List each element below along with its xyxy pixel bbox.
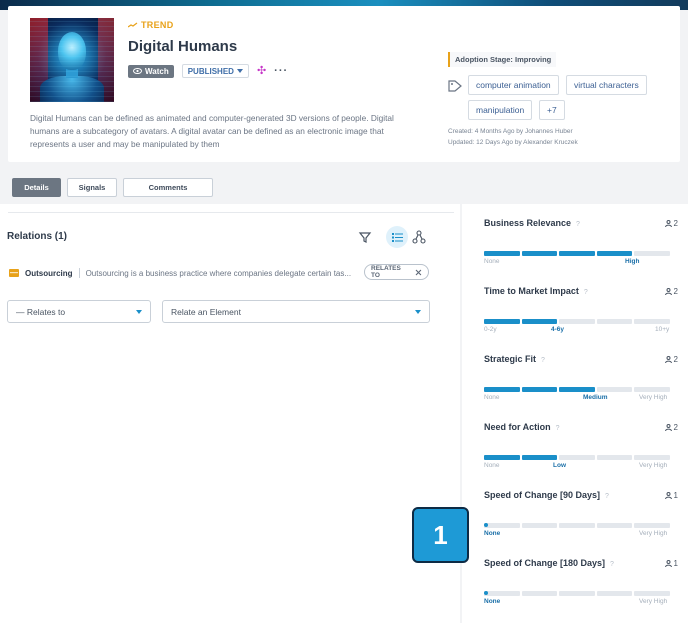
tag-chip[interactable]: computer animation <box>468 75 559 95</box>
chevron-down-icon <box>415 310 421 314</box>
tag-chip[interactable]: virtual characters <box>566 75 647 95</box>
detail-tabs: Details Signals Comments <box>12 178 213 197</box>
list-icon <box>391 232 403 242</box>
rater-count: 2 <box>664 355 678 364</box>
tab-comments[interactable]: Comments <box>123 178 213 197</box>
graph-view-icon[interactable] <box>412 230 426 244</box>
step-callout-badge: 1 <box>412 507 469 563</box>
tab-signals[interactable]: Signals <box>67 178 117 197</box>
more-options-icon[interactable]: ··· <box>274 65 288 77</box>
rater-count: 2 <box>664 219 678 228</box>
rating-marker <box>484 523 488 527</box>
trend-description: Digital Humans can be defined as animate… <box>30 113 394 149</box>
relate-element-select[interactable]: Relate an Element <box>162 300 430 323</box>
rater-count: 1 <box>664 491 678 500</box>
magic-star-icon[interactable]: ✣ <box>257 65 266 77</box>
rater-count: 2 <box>664 287 678 296</box>
help-icon[interactable]: ? <box>576 221 580 228</box>
list-view-button[interactable] <box>386 226 408 248</box>
rater-count: 1 <box>664 559 678 568</box>
relations-title: Relations (1) <box>7 231 68 242</box>
tag-chip[interactable]: manipulation <box>468 100 533 120</box>
chevron-down-icon <box>236 69 243 73</box>
tab-details[interactable]: Details <box>12 178 61 197</box>
adoption-stage-badge: Adoption Stage: Improving <box>448 52 557 67</box>
rater-count: 2 <box>664 423 678 432</box>
rating-bar[interactable] <box>484 387 670 392</box>
chevron-down-icon <box>136 310 142 314</box>
created-meta: Created: 4 Months Ago by Johannes Huber <box>448 128 573 135</box>
trend-header-card: TREND Digital Humans Watch PUBLISHED ✣ ·… <box>8 6 680 162</box>
relation-type-badge: RELATES TO <box>364 264 429 280</box>
ratings-panel: Business Relevance? 2 None High Time to M… <box>462 204 688 623</box>
updated-meta: Updated: 12 Days Ago by Alexander Krucze… <box>448 139 578 146</box>
more-tags-chip[interactable]: +7 <box>539 100 565 120</box>
relation-row[interactable]: Outsourcing Outsourcing is a business pr… <box>9 264 429 282</box>
rating-marker <box>484 591 488 595</box>
rating-bar[interactable] <box>484 251 670 256</box>
rating-bar[interactable] <box>484 523 670 528</box>
trend-thumbnail <box>30 18 114 102</box>
trend-folder-icon <box>9 269 19 277</box>
user-icon <box>664 356 672 363</box>
user-icon <box>664 220 672 227</box>
status-dropdown[interactable]: PUBLISHED <box>181 64 249 78</box>
relation-name[interactable]: Outsourcing <box>25 269 73 278</box>
relation-description: Outsourcing is a business practice where… <box>85 268 352 278</box>
help-icon[interactable]: ? <box>584 289 588 296</box>
filter-icon[interactable] <box>358 230 372 244</box>
help-icon[interactable]: ? <box>605 493 609 500</box>
user-icon <box>664 492 672 499</box>
relations-panel: Relations (1) Outsourcing Outsourcing is… <box>0 204 460 623</box>
help-icon[interactable]: ? <box>610 561 614 568</box>
close-icon[interactable] <box>415 269 422 276</box>
trend-line-icon <box>128 22 138 28</box>
rating-bar[interactable] <box>484 319 670 324</box>
user-icon <box>664 560 672 567</box>
rating-bar[interactable] <box>484 591 670 596</box>
rating-bar[interactable] <box>484 455 670 460</box>
tag-icon <box>448 80 462 92</box>
relation-type-select[interactable]: — Relates to <box>7 300 151 323</box>
watch-button[interactable]: Watch <box>128 64 174 78</box>
help-icon[interactable]: ? <box>556 425 560 432</box>
help-icon[interactable]: ? <box>541 357 545 364</box>
user-icon <box>664 288 672 295</box>
page-title: Digital Humans <box>128 38 238 55</box>
user-icon <box>664 424 672 431</box>
eye-icon <box>133 68 142 74</box>
trend-type-label: TREND <box>128 20 174 30</box>
